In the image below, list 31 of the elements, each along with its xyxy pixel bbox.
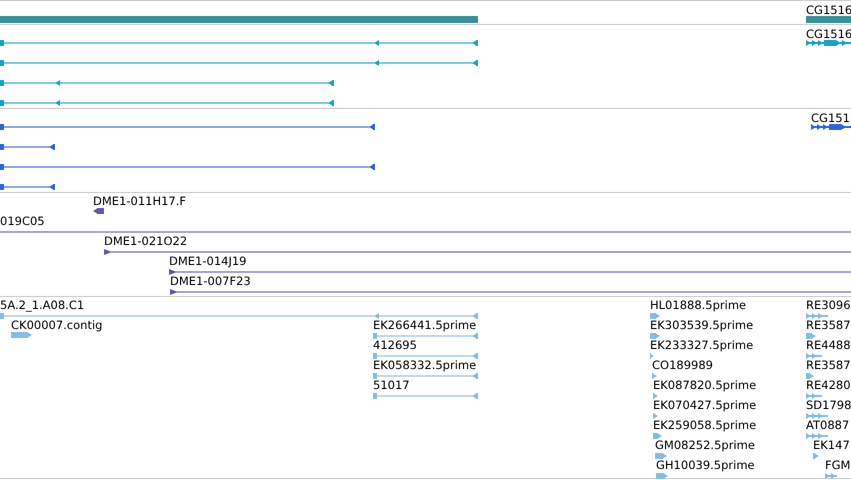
feature-label: EK058332.5prime <box>373 358 476 372</box>
feature-label: 019C05 <box>0 214 45 228</box>
feature-label: EK233327.5prime <box>650 338 754 352</box>
feature-label: EK147 <box>813 438 850 452</box>
feature-label: AT0887 <box>806 418 850 432</box>
feature-label: RE4488 <box>806 338 851 352</box>
gene-bar <box>806 16 851 23</box>
feature-label: CO189989 <box>652 358 713 372</box>
feature-label: DME1-011H17.F <box>93 194 186 208</box>
feature-label: EK087820.5prime <box>653 378 756 392</box>
feature-label: 412695 <box>373 338 417 352</box>
feature-label: 51017 <box>373 378 410 392</box>
feature-label: GM08252.5prime <box>655 438 755 452</box>
feature-label: CG151 <box>811 111 850 125</box>
feature-label: DME1-007F23 <box>170 274 251 288</box>
feature-label: RE3587 <box>806 358 851 372</box>
feature-label: GH10039.5prime <box>656 458 755 472</box>
feature-label: DME1-021O22 <box>104 234 188 248</box>
feature-label: EK070427.5prime <box>653 398 756 412</box>
feature-label: RE3096 <box>806 298 851 312</box>
feature-label: FGM <box>825 458 850 472</box>
feature-label: RE4280 <box>806 378 851 392</box>
feature-label: RE3587 <box>806 318 851 332</box>
feature-label: 5A.2_1.A08.C1 <box>0 298 84 312</box>
feature-label: CK00007.contig <box>11 318 102 332</box>
feature-label: HL01888.5prime <box>650 298 746 312</box>
feature-label: EK303539.5prime <box>650 318 754 332</box>
feature-label: DME1-014J19 <box>169 254 246 268</box>
feature-label: EK266441.5prime <box>373 318 476 332</box>
feature-label: SD1798 <box>806 398 851 412</box>
feature-label: EK259058.5prime <box>653 418 756 432</box>
